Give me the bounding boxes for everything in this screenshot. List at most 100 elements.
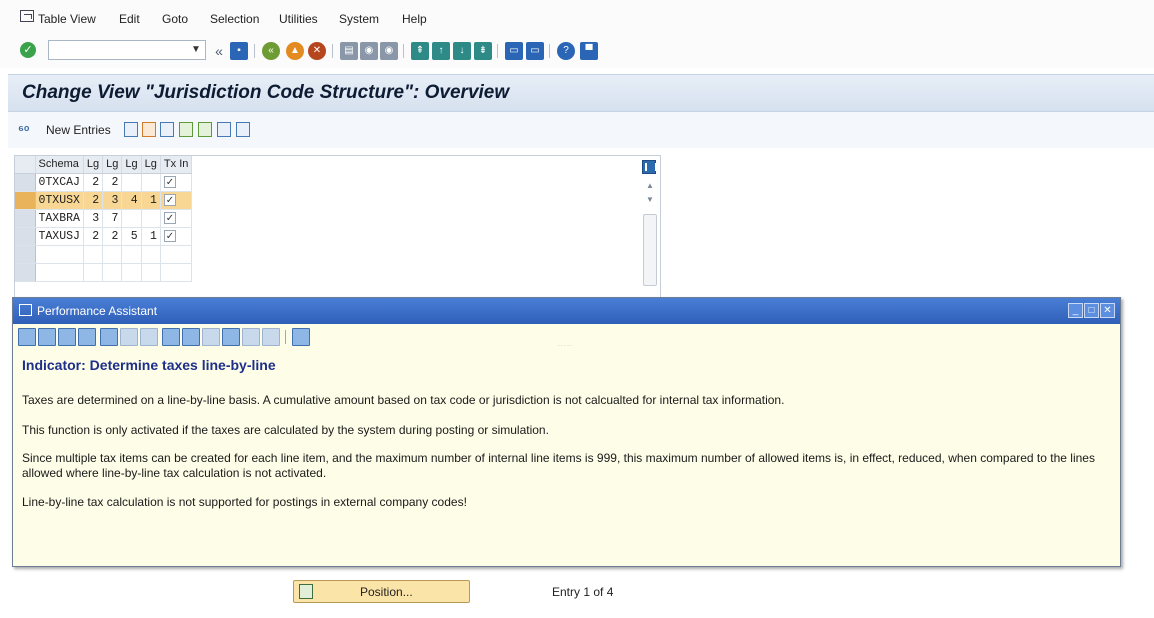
minimize-icon[interactable]: _ [1068, 303, 1083, 318]
tools-icon[interactable] [120, 328, 138, 346]
export-icon[interactable] [242, 328, 260, 346]
column-header-tx-in[interactable]: Tx In [160, 156, 193, 174]
back-arrows-icon[interactable]: « [210, 42, 228, 60]
assistant-title-bar[interactable]: Performance Assistant _ □ ✕ [13, 298, 1120, 324]
table-scrollbar[interactable]: ▲ ▼ [641, 178, 659, 300]
row-selector[interactable] [15, 227, 36, 246]
lg-cell[interactable]: 1 [141, 227, 161, 246]
back-icon[interactable]: « [262, 42, 280, 60]
schema-cell[interactable]: 0TXCAJ [35, 173, 84, 192]
menu-edit[interactable]: Edit [119, 12, 140, 26]
display-change-icon[interactable]: ⁶ᵒ [18, 122, 29, 137]
help-icon[interactable]: ? [557, 42, 575, 60]
column-header-lg1[interactable]: Lg [83, 156, 104, 174]
empty-cell[interactable] [35, 263, 84, 282]
select-block-icon[interactable] [198, 122, 212, 137]
details-icon[interactable] [236, 122, 250, 137]
lg-cell[interactable] [141, 209, 161, 228]
tx-line-checkbox[interactable]: ✓ [163, 194, 176, 207]
edit-icon[interactable] [100, 328, 118, 346]
chevron-down-icon[interactable]: ▼ [186, 40, 206, 60]
back-icon[interactable] [18, 328, 36, 346]
schema-cell[interactable]: 0TXUSX [35, 191, 84, 210]
lg-cell[interactable]: 1 [141, 191, 161, 210]
close-window-icon[interactable] [292, 328, 310, 346]
find-next-icon[interactable]: ◉ [380, 42, 398, 60]
print-icon[interactable]: ▤ [340, 42, 358, 60]
empty-cell[interactable] [35, 245, 84, 264]
position-button[interactable]: Position... [293, 580, 470, 603]
empty-cell[interactable] [121, 263, 142, 282]
link-icon[interactable] [140, 328, 158, 346]
select-all-column[interactable] [15, 156, 36, 174]
next-page-icon[interactable]: ↓ [453, 42, 471, 60]
row-selector[interactable] [15, 173, 36, 192]
lg-cell[interactable] [121, 209, 142, 228]
empty-cell[interactable] [141, 245, 161, 264]
customize-icon[interactable]: ▀ [580, 42, 598, 60]
menu-utilities[interactable]: Utilities [279, 12, 318, 26]
maximize-icon[interactable]: □ [1084, 303, 1099, 318]
bookmark-icon[interactable] [182, 328, 200, 346]
table-icon[interactable] [162, 328, 180, 346]
empty-cell[interactable] [83, 263, 104, 282]
tx-line-checkbox[interactable]: ✓ [163, 230, 176, 243]
resize-grip[interactable]: ····· [558, 343, 573, 349]
copy-as-icon[interactable] [124, 122, 138, 137]
empty-cell[interactable] [102, 245, 123, 264]
row-selector[interactable] [15, 209, 36, 228]
last-page-icon[interactable]: ⇟ [474, 42, 492, 60]
command-field[interactable] [48, 40, 206, 60]
window-menu-icon[interactable] [19, 304, 32, 316]
column-header-schema[interactable]: Schema [35, 156, 84, 174]
lg-cell[interactable]: 3 [83, 209, 104, 228]
prev-page-icon[interactable]: ↑ [432, 42, 450, 60]
empty-cell[interactable] [83, 245, 104, 264]
print-icon[interactable] [222, 328, 240, 346]
lg-cell[interactable]: 5 [121, 227, 142, 246]
schema-cell[interactable]: TAXUSJ [35, 227, 84, 246]
scroll-up-icon[interactable]: ▲ [641, 180, 659, 192]
first-page-icon[interactable]: ⇞ [411, 42, 429, 60]
lg-cell[interactable]: 2 [83, 227, 104, 246]
menu-table-view[interactable]: Table View [38, 12, 96, 26]
menu-goto[interactable]: Goto [162, 12, 188, 26]
forward-icon[interactable] [38, 328, 56, 346]
home-icon[interactable] [58, 328, 76, 346]
lg-cell[interactable]: 3 [102, 191, 123, 210]
column-header-lg3[interactable]: Lg [121, 156, 142, 174]
lg-cell[interactable]: 7 [102, 209, 123, 228]
scroll-thumb[interactable] [643, 214, 657, 286]
cancel-icon[interactable]: ✕ [308, 42, 326, 60]
exit-icon[interactable]: ▲ [286, 42, 304, 60]
lg-cell[interactable] [141, 173, 161, 192]
new-entries-button[interactable]: New Entries [46, 123, 111, 137]
lg-cell[interactable]: 4 [121, 191, 142, 210]
column-header-lg2[interactable]: Lg [102, 156, 123, 174]
menu-help[interactable]: Help [402, 12, 427, 26]
lg-cell[interactable] [121, 173, 142, 192]
deselect-all-icon[interactable] [217, 122, 231, 137]
close-icon[interactable]: ✕ [1100, 303, 1115, 318]
system-menu-icon[interactable] [20, 10, 34, 22]
lg-cell[interactable]: 2 [83, 191, 104, 210]
lg-cell[interactable]: 2 [102, 173, 123, 192]
column-settings-icon[interactable] [642, 160, 657, 174]
empty-cell[interactable] [102, 263, 123, 282]
new-session-icon[interactable]: ▭ [505, 42, 523, 60]
tx-line-checkbox[interactable]: ✓ [163, 176, 176, 189]
scroll-down-icon[interactable]: ▼ [641, 194, 659, 206]
find-icon[interactable]: ◉ [360, 42, 378, 60]
save-icon[interactable]: ▪ [230, 42, 248, 60]
undo-change-icon[interactable] [160, 122, 174, 137]
lg-cell[interactable]: 2 [83, 173, 104, 192]
empty-cell[interactable] [160, 263, 193, 282]
tx-line-checkbox[interactable]: ✓ [163, 212, 176, 225]
empty-cell[interactable] [141, 263, 161, 282]
row-selector[interactable] [15, 245, 36, 264]
shortcut-icon[interactable]: ▭ [526, 42, 544, 60]
select-all-icon[interactable] [179, 122, 193, 137]
technical-info-icon[interactable] [78, 328, 96, 346]
clipboard-icon[interactable] [262, 328, 280, 346]
schema-cell[interactable]: TAXBRA [35, 209, 84, 228]
